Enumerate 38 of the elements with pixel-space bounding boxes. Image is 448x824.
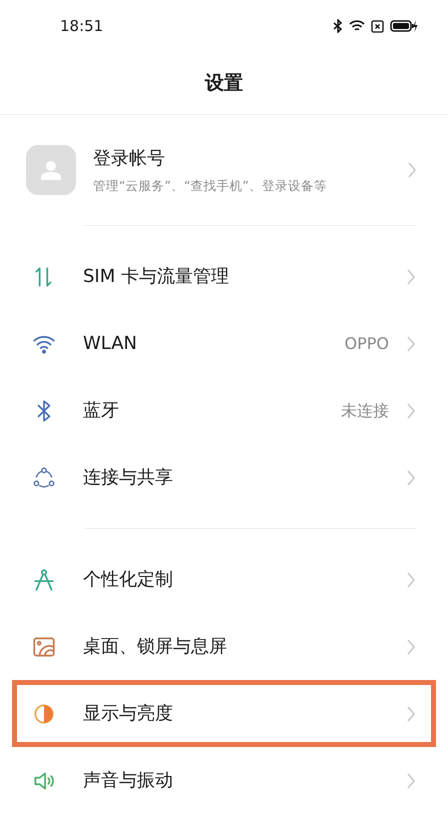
chevron-icon	[405, 468, 417, 488]
chevron-icon	[405, 570, 417, 590]
sim-icon	[371, 20, 384, 32]
settings-row[interactable]: WLAN OPPO	[12, 310, 436, 377]
settings-row[interactable]: 声音与振动	[12, 747, 436, 814]
connection-icon	[31, 464, 57, 490]
row-value: 未连接	[341, 400, 389, 422]
avatar-icon	[26, 145, 76, 195]
battery-icon	[390, 19, 418, 33]
row-label: 个性化定制	[83, 568, 174, 592]
settings-row[interactable]: 连接与共享	[12, 444, 436, 511]
account-row[interactable]: 登录帐号 管理“云服务”、“查找手机”、登录设备等	[0, 115, 448, 225]
settings-row[interactable]: 个性化定制	[12, 546, 436, 613]
chevron-icon	[405, 770, 417, 790]
settings-row[interactable]: 蓝牙 未连接	[12, 377, 436, 444]
chevron-icon	[406, 160, 418, 180]
row-label: WLAN	[83, 332, 138, 356]
account-subtitle: 管理“云服务”、“查找手机”、登录设备等	[93, 176, 328, 195]
row-value: OPPO	[344, 332, 389, 354]
status-time: 18:51	[60, 16, 104, 37]
chevron-icon	[405, 704, 417, 724]
settings-row[interactable]: 显示与亮度	[12, 680, 436, 747]
page-title: 设置	[205, 70, 243, 96]
row-label: SIM 卡与流量管理	[83, 265, 230, 289]
row-label: 显示与亮度	[83, 702, 174, 726]
account-title: 登录帐号	[93, 146, 166, 171]
row-label: 声音与振动	[83, 769, 174, 793]
row-label: 连接与共享	[83, 466, 174, 490]
settings-row[interactable]: SIM 卡与流量管理	[12, 243, 436, 310]
chevron-icon	[405, 636, 417, 656]
chevron-icon	[405, 334, 417, 354]
bluetooth-icon	[333, 19, 343, 33]
chevron-icon	[405, 266, 417, 286]
row-label: 桌面、锁屏与息屏	[83, 635, 228, 659]
chevron-icon	[405, 400, 417, 420]
row-label: 蓝牙	[83, 399, 120, 423]
settings-row[interactable]: 桌面、锁屏与息屏	[12, 613, 436, 680]
wifi-icon	[349, 19, 365, 33]
